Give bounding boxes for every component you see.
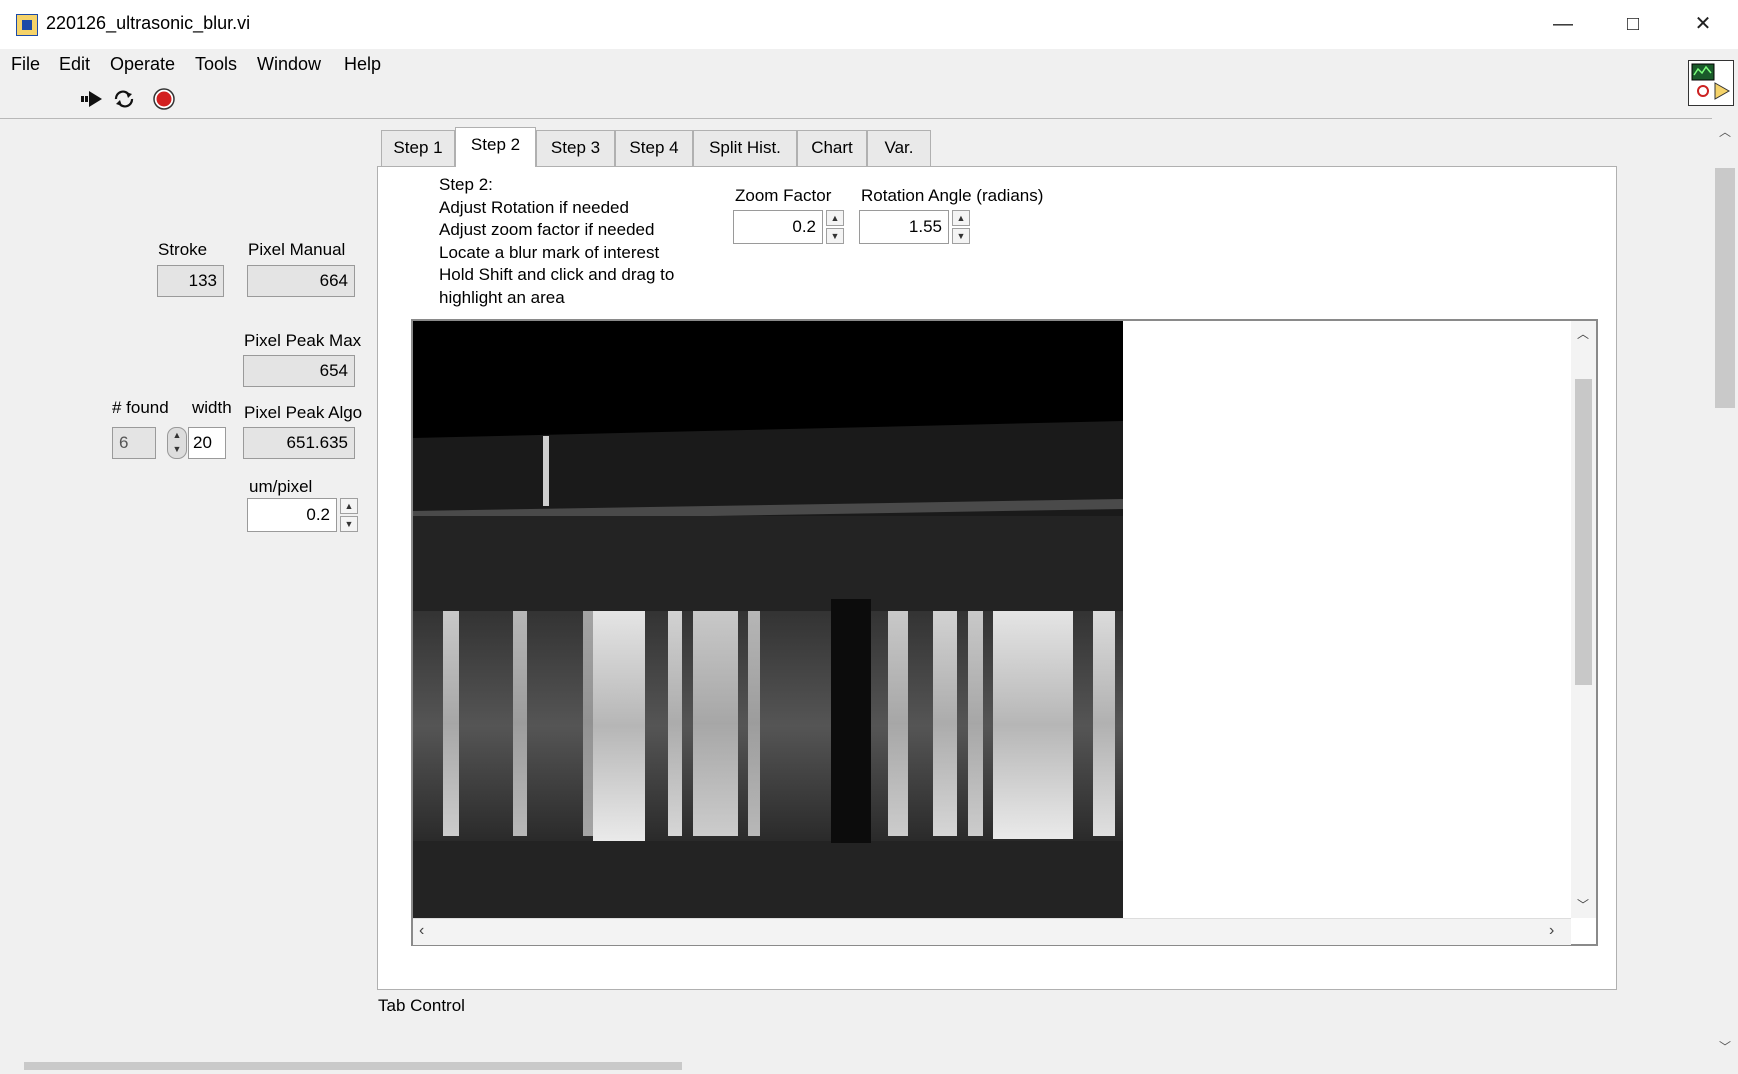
run-arrow-icon[interactable] — [80, 88, 104, 110]
pixel-peak-algo-indicator: 651.635 — [243, 427, 355, 459]
zoom-factor-input[interactable]: 0.2 — [733, 210, 823, 244]
image-vertical-scrollbar[interactable]: ︿ ﹀ — [1571, 321, 1596, 918]
rotation-angle-input[interactable]: 1.55 — [859, 210, 949, 244]
instruction-line: Adjust Rotation if needed — [439, 197, 629, 217]
pixel-manual-indicator: 664 — [247, 265, 355, 297]
scroll-left-icon[interactable]: ‹ — [419, 922, 424, 940]
scroll-up-icon[interactable]: ︿ — [1719, 123, 1731, 140]
tab-chart[interactable]: Chart — [797, 130, 867, 166]
tab-step-2[interactable]: Step 2 — [455, 127, 536, 167]
instructions-text: Step 2: Adjust Rotation if needed Adjust… — [439, 174, 674, 309]
image-horizontal-scrollbar[interactable]: ‹ › — [413, 918, 1571, 945]
tab-step-4[interactable]: Step 4 — [615, 130, 693, 166]
window-title: 220126_ultrasonic_blur.vi — [46, 13, 251, 33]
pixel-peak-algo-label: Pixel Peak Algo — [244, 403, 363, 422]
increment-arrow-icon[interactable]: ▲ — [340, 498, 358, 514]
instruction-line: Adjust zoom factor if needed — [439, 220, 655, 239]
menu-edit[interactable]: Edit — [59, 54, 90, 75]
increment-arrow-icon[interactable]: ▲ — [826, 210, 844, 226]
menu-operate[interactable]: Operate — [110, 54, 175, 75]
scroll-up-icon[interactable]: ︿ — [1577, 325, 1589, 342]
scroll-thumb[interactable] — [1575, 379, 1592, 685]
width-spinner[interactable]: ▲ ▼ — [167, 427, 187, 459]
menu-help[interactable]: Help — [344, 54, 381, 75]
scroll-thumb[interactable] — [1715, 168, 1735, 408]
width-input[interactable]: 20 — [188, 427, 226, 459]
pixel-peak-max-label: Pixel Peak Max — [244, 331, 362, 350]
um-per-pixel-stepper[interactable]: ▲ ▼ — [340, 498, 358, 532]
pixel-manual-label: Pixel Manual — [248, 240, 346, 259]
decrement-arrow-icon[interactable]: ▼ — [952, 228, 970, 244]
menu-bar: File Edit Operate Tools Window Help — [0, 49, 1738, 79]
tab-control-label: Tab Control — [378, 996, 465, 1015]
decrement-arrow-icon[interactable]: ▼ — [826, 228, 844, 244]
minimize-icon[interactable]: — — [1528, 0, 1598, 49]
width-label: width — [192, 398, 232, 417]
tab-split-hist[interactable]: Split Hist. — [693, 130, 797, 166]
pixel-peak-max-indicator: 654 — [243, 355, 355, 387]
rotation-angle-label: Rotation Angle (radians) — [861, 186, 1044, 205]
labview-vi-icon — [16, 14, 38, 36]
abort-stop-icon[interactable] — [152, 88, 176, 110]
decrement-arrow-icon[interactable]: ▼ — [340, 516, 358, 532]
close-icon[interactable]: ✕ — [1668, 0, 1738, 49]
scroll-down-icon[interactable]: ﹀ — [1577, 896, 1589, 913]
stroke-label: Stroke — [158, 240, 208, 259]
tab-step-1[interactable]: Step 1 — [381, 130, 455, 166]
tab-step-3[interactable]: Step 3 — [536, 130, 615, 166]
scroll-thumb[interactable] — [24, 1062, 682, 1070]
menu-tools[interactable]: Tools — [195, 54, 237, 75]
stroke-indicator: 133 — [157, 265, 224, 297]
um-per-pixel-label: um/pixel — [249, 477, 313, 496]
instruction-line: Step 2: — [439, 175, 493, 194]
tab-var[interactable]: Var. — [867, 130, 931, 166]
instruction-line: highlight an area — [439, 287, 565, 307]
found-indicator: 6 — [112, 427, 156, 459]
title-bar: 220126_ultrasonic_blur.vi — □ ✕ — [0, 0, 1738, 50]
instruction-line: Locate a blur mark of interest — [439, 242, 660, 262]
scroll-right-icon[interactable]: › — [1549, 922, 1554, 940]
increment-arrow-icon[interactable]: ▲ — [952, 210, 970, 226]
scroll-down-icon[interactable]: ﹀ — [1719, 1038, 1731, 1055]
menu-file[interactable]: File — [11, 54, 40, 75]
window-horizontal-scrollbar[interactable] — [0, 1058, 1712, 1074]
found-label: # found — [112, 398, 169, 417]
vi-connector-icon[interactable] — [1688, 60, 1734, 106]
ultrasonic-blur-image[interactable] — [413, 321, 1123, 918]
run-continuously-icon[interactable] — [112, 88, 136, 110]
zoom-factor-label: Zoom Factor — [735, 186, 832, 205]
zoom-factor-stepper[interactable]: ▲ ▼ — [826, 210, 844, 244]
maximize-icon[interactable]: □ — [1598, 0, 1668, 49]
instruction-line: Hold Shift and click and drag to — [439, 265, 675, 284]
rotation-angle-stepper[interactable]: ▲ ▼ — [952, 210, 970, 244]
toolbar — [0, 79, 1738, 119]
window-vertical-scrollbar[interactable]: ︿ ﹀ — [1712, 118, 1738, 1068]
um-per-pixel-input[interactable]: 0.2 — [247, 498, 337, 532]
menu-window[interactable]: Window — [257, 54, 321, 75]
